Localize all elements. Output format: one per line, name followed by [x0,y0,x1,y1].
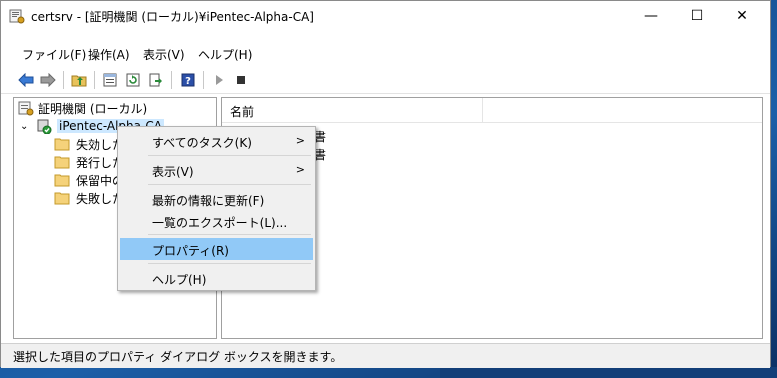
ctx-refresh[interactable]: 最新の情報に更新(F) [120,188,313,210]
ctx-export-list-label: 一覧のエクスポート(L)... [152,216,288,230]
start-service-icon[interactable] [209,70,229,90]
svg-text:?: ? [185,76,191,87]
chevron-down-icon[interactable]: ⌄ [20,121,32,132]
show-hide-tree-icon[interactable] [100,70,120,90]
toolbar-separator [63,71,64,89]
folder-icon [54,155,70,169]
tree-root[interactable]: 証明機関 (ローカル) [18,99,147,117]
refresh-icon[interactable] [123,70,143,90]
ctx-separator [148,184,311,185]
column-divider[interactable] [482,98,483,122]
minimize-button[interactable]: — [628,1,674,31]
ctx-help[interactable]: ヘルプ(H) [120,267,313,289]
tree-folder-revoked[interactable]: 失効した [54,135,124,153]
list-column-header[interactable]: 名前 [222,98,762,123]
menu-action[interactable]: 操作(A) [88,46,130,63]
status-text: 選択した項目のプロパティ ダイアログ ボックスを開きます。 [13,350,343,364]
window-title: certsrv - [証明機関 (ローカル)¥iPentec-Alpha-CA] [31,10,314,24]
ctx-view[interactable]: 表示(V) > [120,159,313,181]
column-name-header[interactable]: 名前 [230,103,254,120]
ctx-all-tasks-label: すべてのタスク(K) [152,136,252,150]
tree-folder-pending[interactable]: 保留中の [54,171,124,189]
stop-service-icon[interactable] [231,70,251,90]
ctx-export-list[interactable]: 一覧のエクスポート(L)... [120,210,313,232]
up-folder-icon[interactable] [69,70,89,90]
menu-help[interactable]: ヘルプ(H) [198,46,252,63]
back-arrow-icon[interactable] [16,70,36,90]
certsrv-app-icon [9,8,25,24]
submenu-arrow-icon: > [295,134,305,147]
tree-folder-failed[interactable]: 失敗した [54,189,124,207]
help-icon[interactable]: ? [178,70,198,90]
tree-folder-issued[interactable]: 発行した [54,153,124,171]
close-button[interactable]: ✕ [719,1,765,31]
ctx-separator [148,263,311,264]
maximize-button[interactable]: ☐ [674,1,720,31]
toolbar: ? [1,67,770,94]
export-list-icon[interactable] [146,70,166,90]
certificate-authority-icon [18,100,34,116]
toolbar-separator [94,71,95,89]
ctx-all-tasks[interactable]: すべてのタスク(K) > [120,130,313,152]
desktop-taskbar-edge [440,367,777,378]
ca-server-icon [36,118,52,135]
ctx-view-label: 表示(V) [152,165,194,179]
forward-arrow-icon[interactable] [38,70,58,90]
toolbar-separator [171,71,172,89]
title-bar[interactable]: certsrv - [証明機関 (ローカル)¥iPentec-Alpha-CA]… [1,1,770,31]
tree-root-label: 証明機関 (ローカル) [38,101,148,116]
menu-view[interactable]: 表示(V) [143,46,185,63]
submenu-arrow-icon: > [295,163,305,176]
folder-icon [54,173,70,187]
mmc-window: certsrv - [証明機関 (ローカル)¥iPentec-Alpha-CA]… [0,0,771,368]
ctx-help-label: ヘルプ(H) [152,273,207,287]
status-bar: 選択した項目のプロパティ ダイアログ ボックスを開きます。 [1,343,770,368]
menu-bar: ファイル(F) 操作(A) 表示(V) ヘルプ(H) [1,43,770,65]
ctx-refresh-label: 最新の情報に更新(F) [152,194,265,208]
ctx-properties-label: プロパティ(R) [152,244,229,258]
folder-icon [54,137,70,151]
ctx-separator [148,155,311,156]
context-menu: すべてのタスク(K) > 表示(V) > 最新の情報に更新(F) 一覧のエクスポ… [117,126,316,291]
ctx-separator [148,234,311,235]
toolbar-separator [203,71,204,89]
menu-file[interactable]: ファイル(F) [22,46,86,63]
ctx-properties[interactable]: プロパティ(R) [120,238,313,260]
folder-icon [54,191,70,205]
